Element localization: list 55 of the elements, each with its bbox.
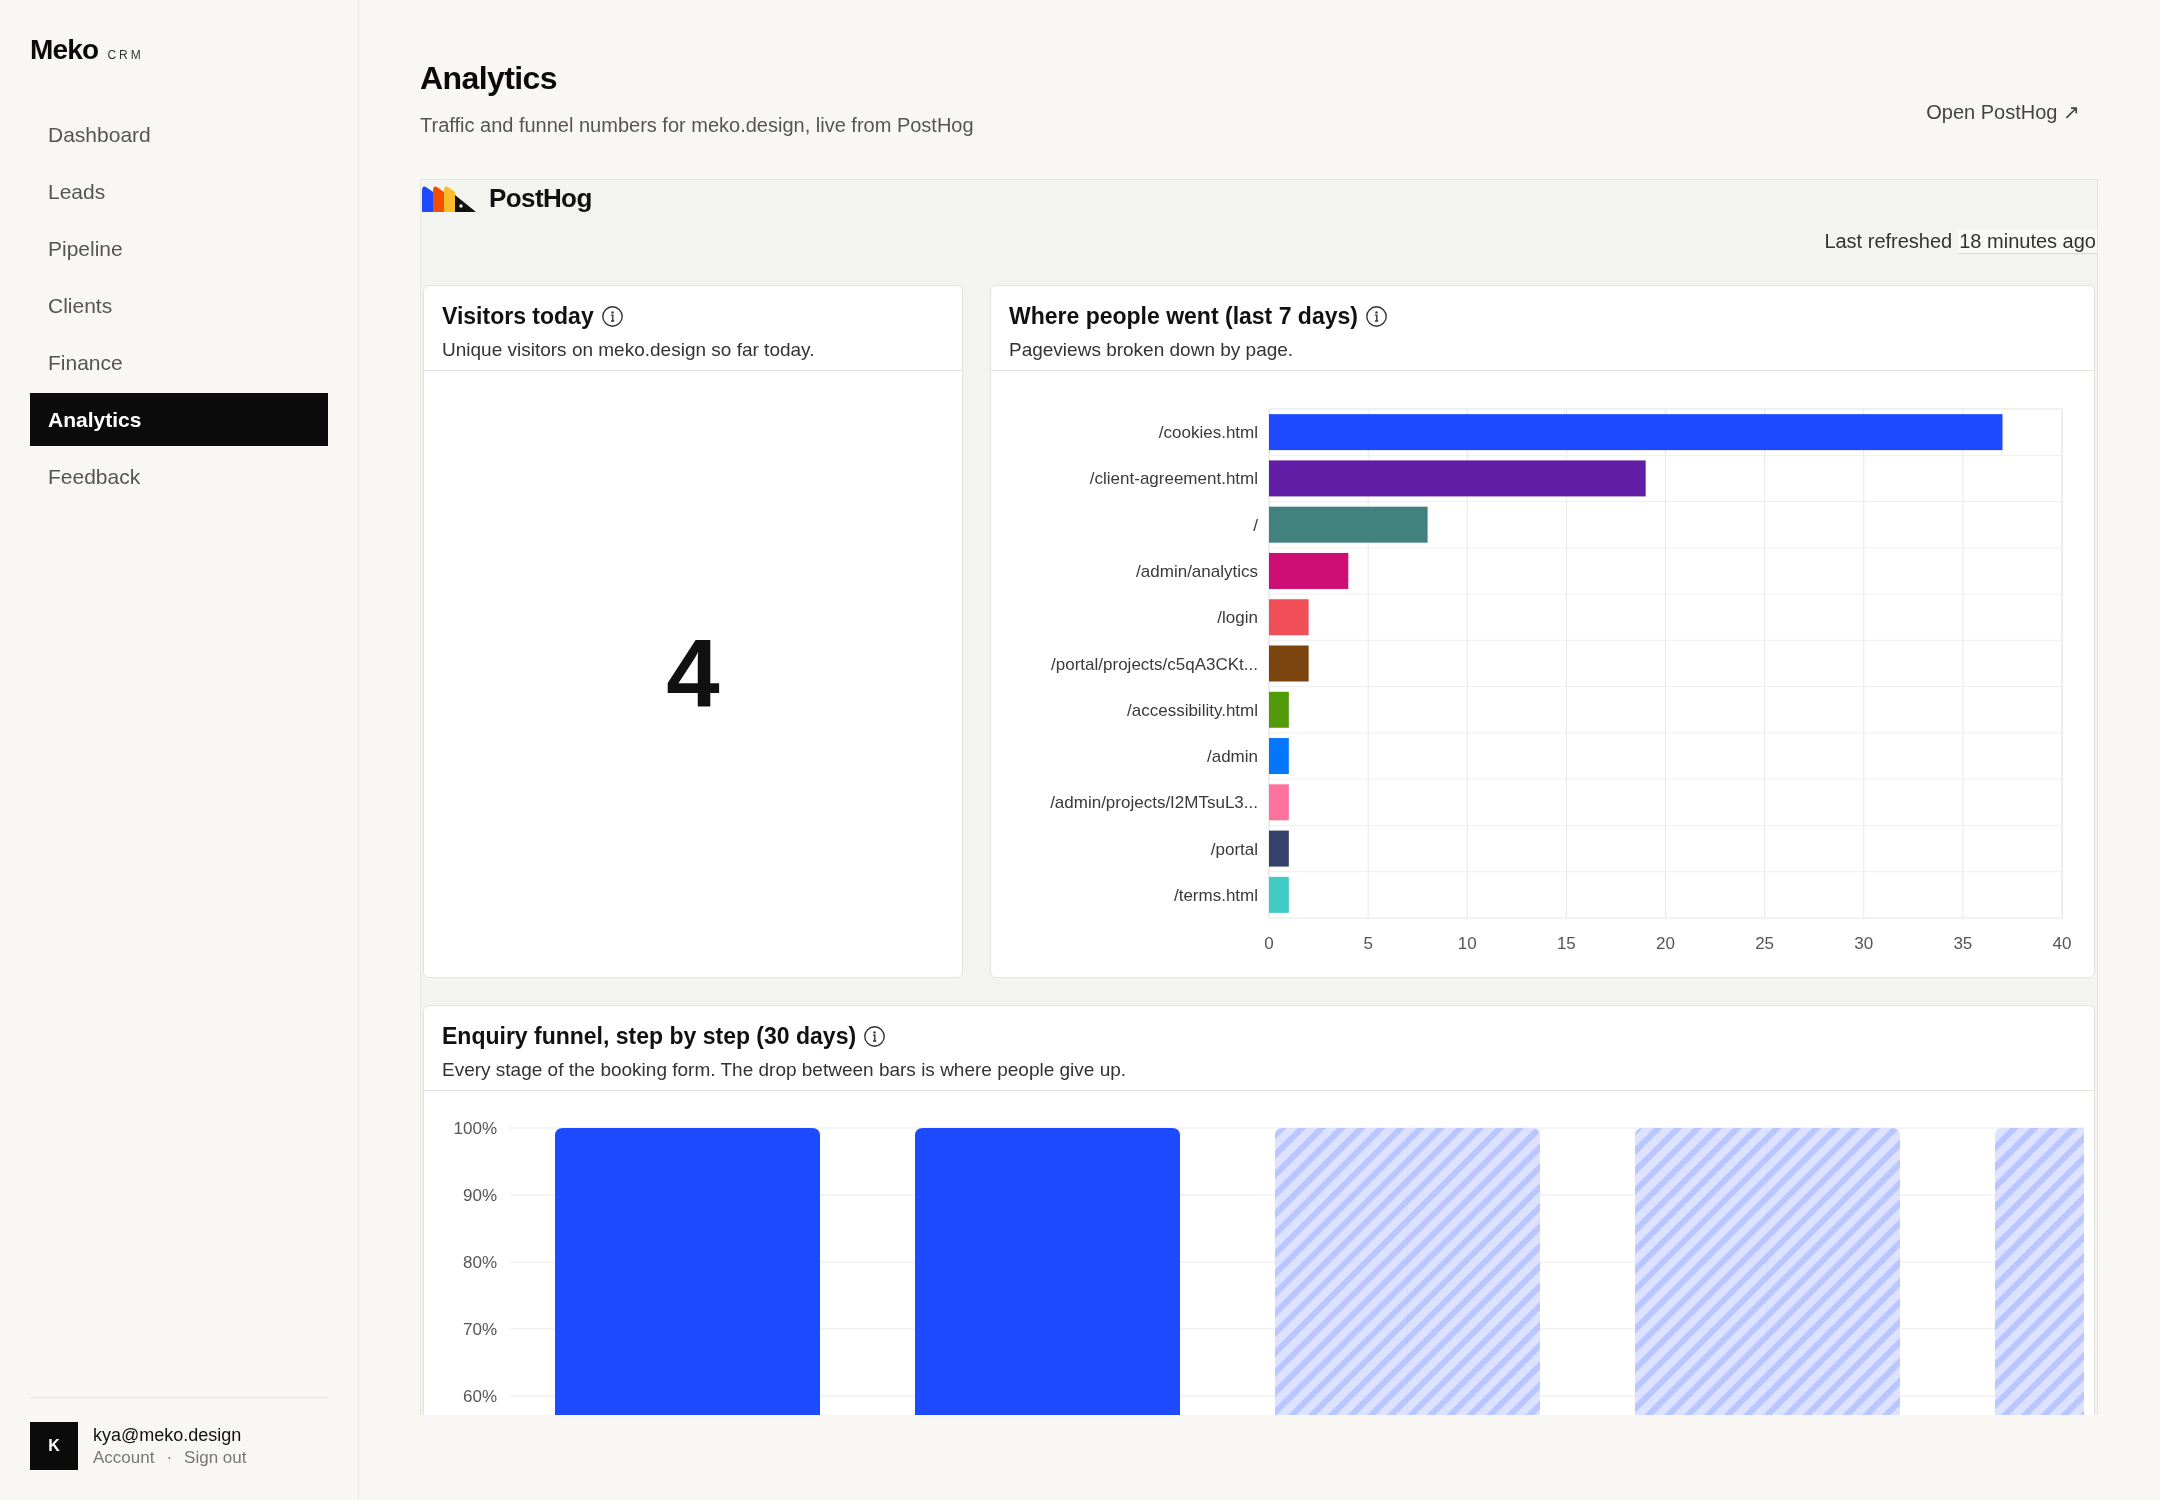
info-icon[interactable]: [864, 1025, 886, 1047]
tick-label: 70%: [462, 1319, 497, 1339]
tick-label: 30: [1854, 934, 1874, 953]
card-title: Visitors today: [442, 302, 594, 330]
axis-label: /cookies.html: [1158, 423, 1258, 443]
separator-dot: ·: [166, 1447, 173, 1468]
nav-item[interactable]: Finance: [30, 336, 328, 389]
nav-item[interactable]: Analytics: [30, 393, 328, 446]
card-title: Where people went (last 7 days): [1009, 302, 1358, 330]
user-avatar: K: [30, 1422, 78, 1470]
refreshed-time: 18 minutes ago: [1958, 229, 2097, 254]
account-link[interactable]: Account: [93, 1447, 155, 1468]
brand-name: Meko: [30, 36, 99, 64]
nav-item[interactable]: Dashboard: [30, 108, 328, 161]
account-link[interactable]: Sign out: [184, 1447, 247, 1468]
page-title: Analytics: [420, 59, 558, 98]
card-description: Every stage of the booking form. The drop between bars is where people give up.: [442, 1058, 1128, 1082]
axis-label: /terms.html: [1173, 885, 1258, 905]
tick-label: 40: [2052, 934, 2072, 953]
page-subtitle: Traffic and funnel numbers for meko.design, live from PostHog: [420, 113, 974, 137]
nav-item[interactable]: Leads: [30, 165, 328, 218]
axis-label: /admin/projects/I2MTsuL3...: [1050, 793, 1258, 813]
card-title: Enquiry funnel, step by step (30 days): [442, 1022, 857, 1050]
tick-label: 20: [1656, 934, 1675, 953]
axis-label: /accessibility.html: [1127, 700, 1258, 720]
nav-item[interactable]: Feedback: [30, 450, 328, 503]
axis-label: /portal: [1210, 839, 1258, 859]
axis-label: /admin: [1206, 747, 1258, 767]
info-icon[interactable]: [1365, 305, 1387, 327]
axis-label: /admin/analytics: [1136, 561, 1258, 581]
nav-item[interactable]: Clients: [30, 279, 328, 332]
nav-item[interactable]: Pipeline: [30, 222, 328, 275]
tick-label: 90%: [462, 1186, 497, 1205]
tick-label: 35: [1953, 934, 1973, 953]
tick-label: 25: [1755, 934, 1775, 953]
card-description: Pageviews broken down by page.: [1009, 338, 1295, 362]
tick-label: 100%: [453, 1119, 497, 1138]
visitor-count: 4: [666, 626, 720, 722]
tick-label: 10: [1457, 934, 1477, 953]
axis-label: /: [1253, 515, 1258, 535]
tick-label: 0: [1264, 934, 1274, 953]
info-icon[interactable]: [601, 305, 623, 327]
tick-label: 15: [1556, 934, 1576, 953]
brand-name: PostHog: [489, 182, 592, 214]
axis-label: /portal/projects/c5qA3CKt...: [1051, 654, 1258, 674]
axis-label: /login: [1217, 608, 1258, 628]
axis-label: /client-agreement.html: [1089, 469, 1258, 489]
tick-label: 60%: [462, 1386, 497, 1406]
refreshed-label: Last refreshed: [1824, 229, 1953, 254]
tick-label: 5: [1363, 934, 1373, 953]
brand-tag: CRM: [107, 48, 144, 62]
card-description: Unique visitors on meko.design so far today.: [442, 338, 816, 362]
user-email: kya@meko.design: [93, 1424, 243, 1446]
open-posthog-link[interactable]: Open PostHog ↗: [1926, 100, 2080, 124]
tick-label: 80%: [462, 1252, 497, 1272]
